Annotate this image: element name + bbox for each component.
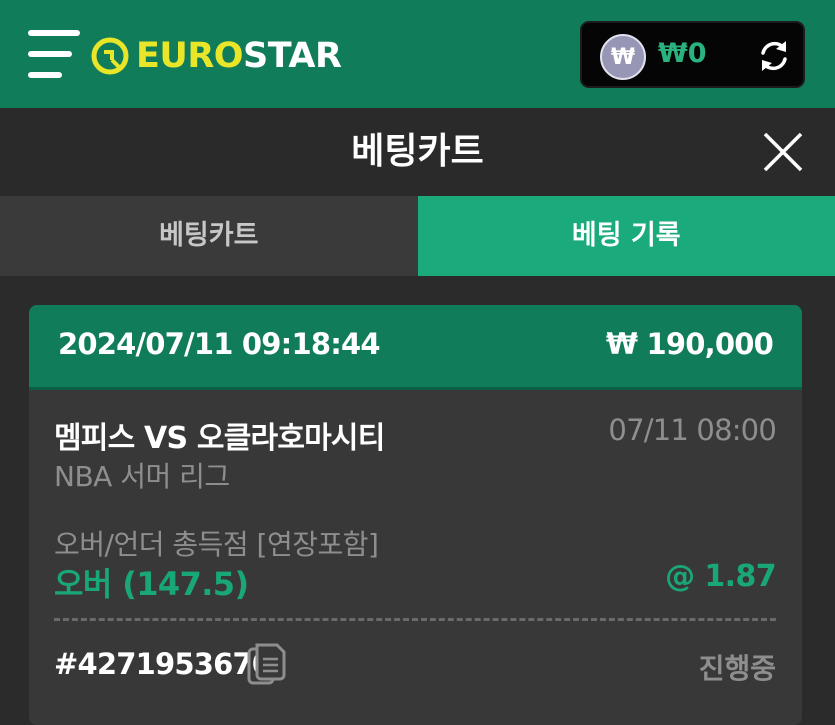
bet-status: 진행중 [699, 647, 776, 687]
match-teams: 멤피스 VS 오클라호마시티 [54, 413, 385, 457]
bet-record-card[interactable]: 2024/07/11 09:18:44 ₩ 190,000 멤피스 VS 오클라… [29, 305, 802, 725]
bet-datetime: 2024/07/11 09:18:44 [58, 327, 380, 361]
logo-icon [90, 36, 130, 76]
bet-pick: 오버 (147.5) [54, 559, 249, 605]
bet-market: 오버/언더 총득점 [연장포함] [54, 523, 378, 563]
top-bar: EUROSTAR ₩ ₩0 [0, 0, 835, 108]
dashed-divider [54, 618, 776, 621]
won-symbol: ₩ [611, 45, 635, 70]
tab-betting-history[interactable]: 베팅 기록 [418, 196, 835, 276]
league-name: NBA 서머 리그 [54, 455, 230, 495]
menu-icon[interactable] [28, 30, 80, 80]
bet-card-header: 2024/07/11 09:18:44 ₩ 190,000 [29, 305, 802, 390]
tab-betting-cart[interactable]: 베팅카트 [0, 196, 418, 276]
bet-odds: @ 1.87 [665, 559, 776, 594]
tab-bar: 베팅카트 베팅 기록 [0, 196, 835, 276]
logo-euro: EURO [136, 36, 243, 76]
wallet-balance: ₩0 [658, 38, 707, 69]
logo[interactable]: EUROSTAR [90, 34, 341, 78]
ticket-id: #4271953670 [54, 647, 271, 681]
close-icon[interactable] [762, 131, 804, 173]
cart-header: 베팅카트 [0, 108, 835, 196]
logo-star: STAR [243, 36, 341, 76]
logo-text: EUROSTAR [136, 34, 341, 78]
cart-title: 베팅카트 [0, 108, 835, 196]
bet-amount: ₩ 190,000 [606, 327, 773, 361]
wallet-box[interactable]: ₩ ₩0 [580, 21, 805, 88]
won-coin-icon: ₩ [600, 34, 646, 80]
refresh-icon[interactable] [755, 37, 793, 75]
copy-icon[interactable] [246, 642, 288, 688]
match-time: 07/11 08:00 [608, 413, 776, 447]
